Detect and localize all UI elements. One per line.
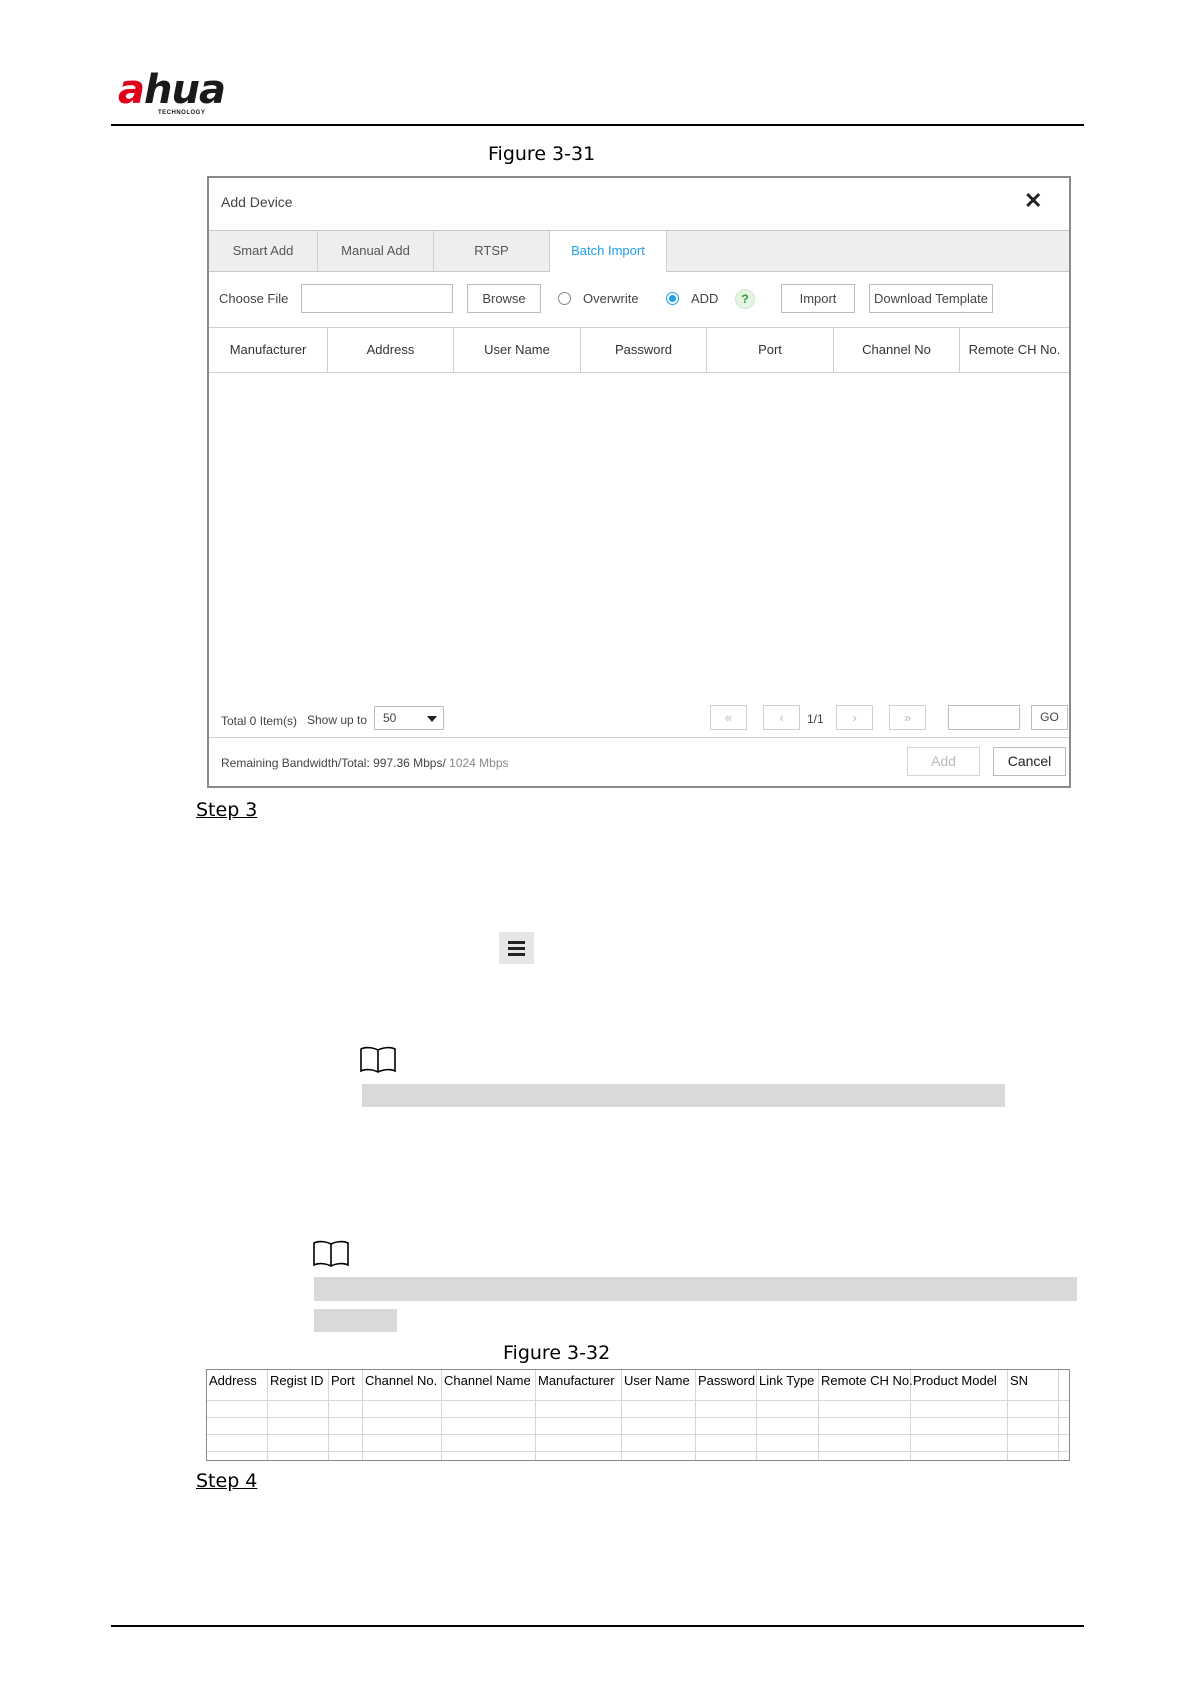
add-device-dialog: Add Device ✕ Smart Add Manual Add RTSP B… xyxy=(207,176,1071,788)
column-remote-ch-no[interactable]: Remote CH No. xyxy=(960,328,1069,372)
column-port[interactable]: Port xyxy=(707,328,834,372)
tab-smart-add[interactable]: Smart Add xyxy=(209,231,318,271)
page-number-input[interactable] xyxy=(948,705,1020,730)
logo-mark: a xyxy=(118,67,145,113)
column-user-name[interactable]: User Name xyxy=(454,328,581,372)
page-indicator: 1/1 xyxy=(807,712,824,726)
note-shade-2 xyxy=(314,1277,1077,1301)
browse-button[interactable]: Browse xyxy=(467,284,541,313)
column-password[interactable]: Password xyxy=(581,328,707,372)
file-path-input[interactable] xyxy=(301,284,453,313)
note-icon xyxy=(360,1046,396,1073)
template-column-remote-ch-no: Remote CH No. xyxy=(821,1373,913,1388)
import-button[interactable]: Import xyxy=(781,284,855,313)
template-column-channel-name: Channel Name xyxy=(444,1373,531,1388)
note-shade-1 xyxy=(362,1084,1005,1107)
column-manufacturer[interactable]: Manufacturer xyxy=(209,328,328,372)
bandwidth-total: 1024 Mbps xyxy=(449,756,509,770)
logo-subtitle: TECHNOLOGY xyxy=(158,110,206,116)
template-column-channel-no: Channel No. xyxy=(365,1373,438,1388)
figure-caption-1: Figure 3-31 xyxy=(488,143,596,165)
close-icon[interactable]: ✕ xyxy=(1024,190,1042,212)
step-3-label: Step 3 xyxy=(196,799,258,821)
add-button[interactable]: Add xyxy=(907,747,980,776)
template-column-manufacturer: Manufacturer xyxy=(538,1373,615,1388)
overwrite-label: Overwrite xyxy=(583,291,639,306)
note-shade-3 xyxy=(314,1309,397,1332)
page-size-value: 50 xyxy=(383,711,397,725)
header-divider xyxy=(111,124,1084,126)
device-table-header: Manufacturer Address User Name Password … xyxy=(209,327,1069,373)
logo-wordmark: hua xyxy=(144,67,226,113)
prev-page-icon[interactable]: ‹ xyxy=(763,705,800,730)
caret-down-icon xyxy=(427,716,437,722)
total-items: Total 0 Item(s) xyxy=(221,714,298,728)
add-radio-label: ADD xyxy=(691,291,719,306)
help-icon[interactable]: ? xyxy=(735,289,755,309)
download-template-button[interactable]: Download Template xyxy=(869,284,993,313)
template-column-address: Address xyxy=(209,1373,257,1388)
note-icon xyxy=(313,1240,349,1267)
show-up-to-label: Show up to xyxy=(307,713,368,727)
template-column-regist-id: Regist ID xyxy=(270,1373,324,1388)
template-column-port: Port xyxy=(331,1373,355,1388)
first-page-icon[interactable]: « xyxy=(710,705,747,730)
dialog-title: Add Device xyxy=(221,194,293,210)
footer-divider-page xyxy=(111,1625,1084,1627)
next-page-icon[interactable]: › xyxy=(836,705,873,730)
template-column-sn: SN xyxy=(1010,1373,1029,1388)
page-size-select[interactable]: 50 xyxy=(374,706,444,730)
add-radio[interactable] xyxy=(666,292,679,305)
overwrite-radio[interactable] xyxy=(558,292,571,305)
choose-file-label: Choose File xyxy=(219,291,289,306)
figure-caption-2: Figure 3-32 xyxy=(503,1342,611,1364)
last-page-icon[interactable]: » xyxy=(889,705,926,730)
device-table-body xyxy=(209,371,1069,671)
column-channel-no[interactable]: Channel No xyxy=(834,328,960,372)
template-column-product-model: Product Model xyxy=(913,1373,997,1388)
bandwidth-info: Remaining Bandwidth/Total: 997.36 Mbps/ … xyxy=(221,756,509,770)
template-table: Address Regist ID Port Channel No. Chann… xyxy=(206,1369,1070,1461)
template-column-password: Password xyxy=(698,1373,756,1388)
tab-bar: Smart Add Manual Add RTSP Batch Import xyxy=(209,230,1069,272)
template-column-link-type: Link Type xyxy=(759,1373,815,1388)
template-column-user-name: User Name xyxy=(624,1373,690,1388)
tab-rtsp[interactable]: RTSP xyxy=(434,231,550,271)
go-button[interactable]: GO xyxy=(1031,705,1068,730)
dahua-logo: ahua TECHNOLOGY xyxy=(118,70,258,120)
cancel-button[interactable]: Cancel xyxy=(993,747,1066,776)
bandwidth-remaining: Remaining Bandwidth/Total: 997.36 Mbps/ xyxy=(221,756,446,770)
column-address[interactable]: Address xyxy=(328,328,454,372)
menu-icon xyxy=(499,932,534,964)
tab-manual-add[interactable]: Manual Add xyxy=(318,231,434,271)
tab-batch-import[interactable]: Batch Import xyxy=(550,231,667,272)
step-4-label: Step 4 xyxy=(196,1470,258,1492)
footer-divider xyxy=(209,737,1069,738)
